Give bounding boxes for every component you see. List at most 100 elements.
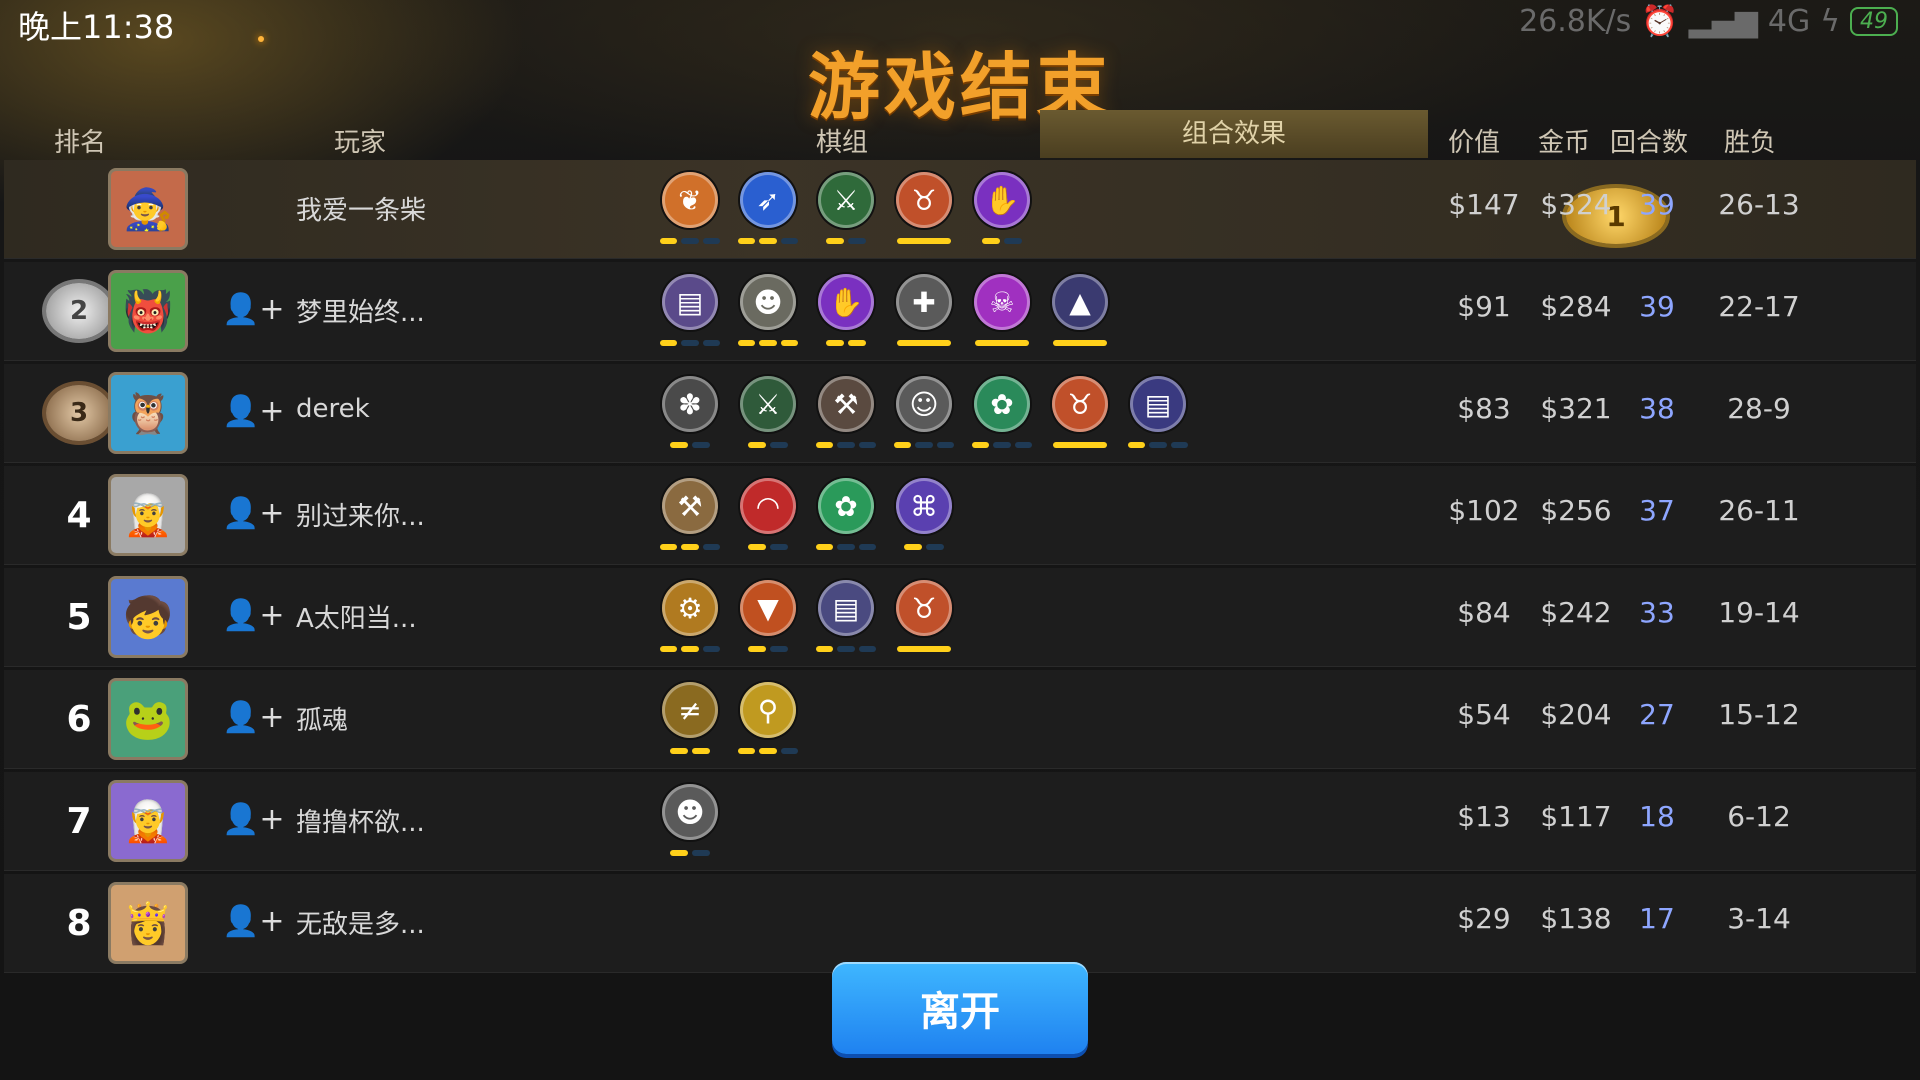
avatar[interactable]: 👹 [108,270,188,352]
axe-icon: ⚒ [818,376,874,432]
level-bar [692,850,710,856]
player-row[interactable]: 7 🧝 👤+ 撸撸杯欲... ☻ $13 $117 18 6-12 [4,772,1916,871]
add-friend-icon[interactable]: 👤+ [222,292,285,327]
piece-slot[interactable]: ◠ [738,478,798,558]
avatar[interactable]: 🦉 [108,372,188,454]
level-bar [894,442,912,448]
level-bar [897,646,951,652]
piece-slot[interactable]: ✚ [894,274,954,354]
level-bar [702,340,720,346]
rank: 1 [44,160,1666,258]
add-friend-icon[interactable]: 👤+ [222,496,285,531]
cross-icon: ✚ [896,274,952,330]
level-bars [816,544,876,550]
header-pieces[interactable]: 棋组 [816,122,868,159]
winloss-cell: 19-14 [1718,596,1800,629]
piece-slot[interactable]: ➶ [738,172,798,252]
header-rank: 排名 [54,128,107,158]
player-row[interactable]: 6 🐸 👤+ 孤魂 ≠ ⚲ $54 $204 27 15-12 [4,670,1916,769]
level-bar [759,340,777,346]
piece-slot[interactable]: ▤ [660,274,720,354]
piece-list: ▤ ☻ ✋ ✚ ☠ ▲ [660,274,1110,354]
piece-slot[interactable]: ⌘ [894,478,954,558]
piece-slot[interactable]: ⚒ [816,376,876,456]
rank-number: 8 [66,902,92,944]
piece-slot[interactable]: ▤ [1128,376,1188,456]
level-bars [660,646,720,652]
rounds-cell: 37 [1639,494,1675,527]
player-row[interactable]: 1 🧙 我爱一条柴 ❦ ➶ ⚔ ♉ ✋ $147 $324 39 26-13 [4,160,1916,259]
winloss-cell: 26-13 [1718,188,1800,221]
player-row[interactable]: 4 🧝 👤+ 别过来你... ⚒ ◠ ✿ ⌘ $102 $256 37 26-1… [4,466,1916,565]
piece-slot[interactable]: ☻ [738,274,798,354]
piece-slot[interactable]: ▼ [738,580,798,660]
leave-button[interactable]: 离开 [832,962,1088,1054]
level-bars [972,442,1032,448]
piece-slot[interactable]: ☺ [894,376,954,456]
piece-slot[interactable]: ▲ [1050,274,1110,354]
user-icon: ☺ [896,376,952,432]
rank-number: 7 [66,800,92,842]
gold-cell: $242 [1540,596,1612,629]
player-row[interactable]: 3 🦉 👤+ derek ✽ ⚔ ⚒ ☺ ✿ ♉ ▤ $83 $321 38 2… [4,364,1916,463]
piece-slot[interactable]: ▤ [816,580,876,660]
rainbow-icon: ◠ [740,478,796,534]
avatar[interactable]: 🧙 [108,168,188,250]
piece-slot[interactable]: ☻ [660,784,720,864]
hand-icon: ✋ [818,274,874,330]
value-cell: $84 [1457,596,1511,629]
level-bars [738,442,798,448]
level-bars [738,646,798,652]
player-row[interactable]: 5 🧒 👤+ A太阳当... ⚙ ▼ ▤ ♉ $84 $242 33 19-14 [4,568,1916,667]
piece-slot[interactable]: ⚒ [660,478,720,558]
level-bars [738,340,798,346]
avatar[interactable]: 🧝 [108,474,188,556]
add-friend-icon[interactable]: 👤+ [222,700,285,735]
tab-combo-effects[interactable]: 组合效果 [1040,110,1428,158]
avatar[interactable]: 👸 [108,882,188,964]
piece-slot[interactable]: ✿ [972,376,1032,456]
add-friend-icon[interactable]: 👤+ [222,598,285,633]
piece-slot[interactable]: ⚔ [738,376,798,456]
avatar[interactable]: 🧝 [108,780,188,862]
level-bar [780,748,798,754]
value-cell: $29 [1457,902,1511,935]
add-friend-icon[interactable]: 👤+ [222,802,285,837]
piece-slot[interactable]: ☠ [972,274,1032,354]
winloss-cell: 22-17 [1718,290,1800,323]
piece-slot[interactable]: ⚔ [816,172,876,252]
piece-slot[interactable]: ♉ [894,172,954,252]
avatar[interactable]: 🐸 [108,678,188,760]
level-bar [692,442,710,448]
player-name: 别过来你... [296,502,425,532]
level-bars [660,544,720,550]
level-bar [837,442,855,448]
gold-cell: $256 [1540,494,1612,527]
avatar[interactable]: 🧒 [108,576,188,658]
piece-slot[interactable]: ⚙ [660,580,720,660]
level-bar [702,238,720,244]
piece-slot[interactable]: ✋ [972,172,1032,252]
level-bar [681,238,699,244]
piece-slot[interactable]: ⚲ [738,682,798,762]
piece-list: ⚙ ▼ ▤ ♉ [660,580,954,660]
level-bar [1149,442,1167,448]
piece-slot[interactable]: ≠ [660,682,720,762]
level-bar [848,340,866,346]
piece-slot[interactable]: ✽ [660,376,720,456]
level-bars [660,238,720,244]
piece-slot[interactable]: ❦ [660,172,720,252]
add-friend-icon[interactable]: 👤+ [222,904,285,939]
leaderboard: 1 🧙 我爱一条柴 ❦ ➶ ⚔ ♉ ✋ $147 $324 39 26-13 2… [4,160,1916,976]
player-row[interactable]: 2 👹 👤+ 梦里始终... ▤ ☻ ✋ ✚ ☠ ▲ $91 $284 39 2… [4,262,1916,361]
value-cell: $91 [1457,290,1511,323]
piece-slot[interactable]: ♉ [894,580,954,660]
level-bar [660,544,678,550]
piece-slot[interactable]: ✿ [816,478,876,558]
piece-slot[interactable]: ✋ [816,274,876,354]
add-friend-icon[interactable]: 👤+ [222,394,285,429]
piece-slot[interactable]: ♉ [1050,376,1110,456]
rank: 4 [44,466,114,564]
player-row[interactable]: 8 👸 👤+ 无敌是多... $29 $138 17 3-14 [4,874,1916,973]
rounds-cell: 18 [1639,800,1675,833]
